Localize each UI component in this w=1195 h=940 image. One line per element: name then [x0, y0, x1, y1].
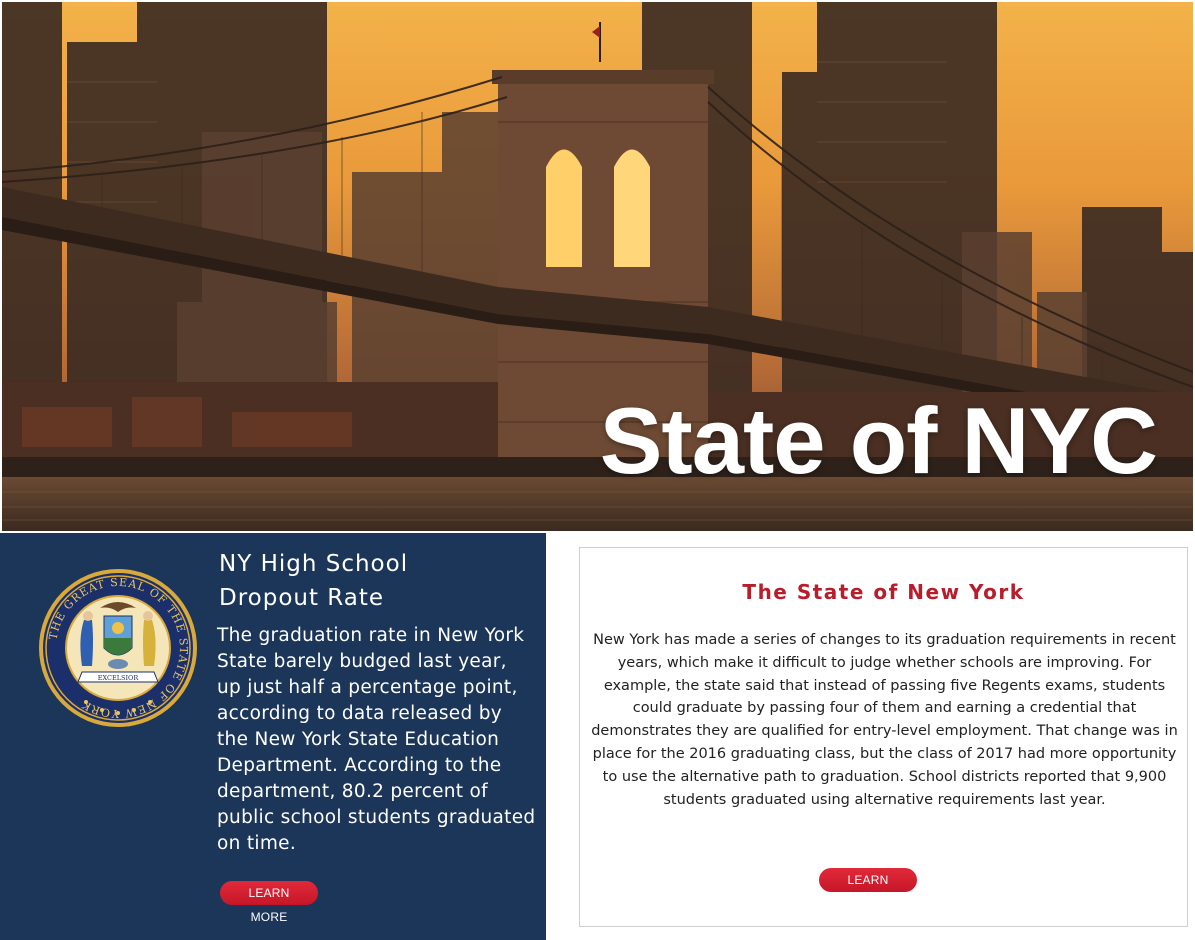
learn-more-button-left[interactable]: LEARN MORE [220, 881, 318, 924]
learn-more-button-right[interactable]: LEARN MORE [819, 868, 917, 911]
dropout-rate-heading: NY High School Dropout Rate [219, 547, 519, 615]
ny-state-seal-icon: THE GREAT SEAL OF THE STATE OF NEW YORK … [39, 569, 197, 727]
dropout-rate-panel: THE GREAT SEAL OF THE STATE OF NEW YORK … [0, 533, 546, 940]
state-of-new-york-card: The State of New York New York has made … [579, 547, 1188, 927]
hero-banner: State of NYC [2, 2, 1193, 531]
dropout-rate-body: The graduation rate in New York State ba… [217, 625, 536, 854]
card-body: New York has made a series of changes to… [591, 632, 1178, 808]
heading-line-1: NY High School [219, 551, 409, 577]
card-heading: The State of New York [742, 580, 1025, 604]
hero-title: State of NYC [599, 388, 1158, 493]
seal-banner-text: EXCELSIOR [98, 674, 140, 682]
heading-line-2: Dropout Rate [219, 585, 385, 611]
